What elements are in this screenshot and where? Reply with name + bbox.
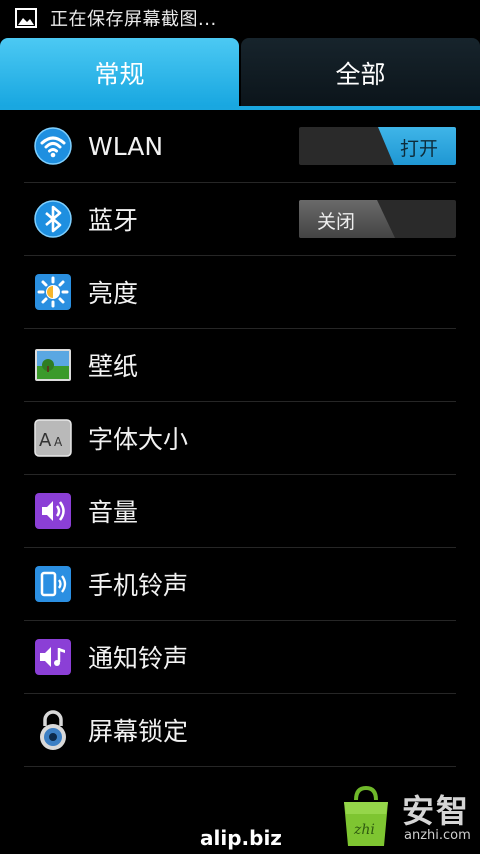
- screenshot-image-icon: [15, 8, 37, 28]
- settings-item-wlan[interactable]: WLAN 打开: [24, 110, 456, 183]
- svg-text:zhi: zhi: [353, 822, 375, 838]
- tab-all[interactable]: 全部: [241, 38, 480, 108]
- anzhi-watermark-text: 安智: [402, 792, 471, 830]
- settings-item-notification-ringtone[interactable]: 通知铃声: [24, 621, 456, 694]
- settings-item-label: 蓝牙: [88, 206, 139, 235]
- settings-item-font-size[interactable]: A A 字体大小: [24, 402, 456, 475]
- status-bar: 正在保存屏幕截图...: [0, 0, 480, 36]
- settings-item-label: 手机铃声: [88, 571, 189, 600]
- settings-list: WLAN 打开 蓝牙 关闭 亮度 壁纸 A A 字体大小 音量 手机铃声 通知铃…: [0, 110, 480, 767]
- bluetooth-icon: [34, 200, 72, 238]
- bluetooth-toggle[interactable]: 关闭: [299, 200, 456, 238]
- screen-lock-icon: [34, 710, 72, 750]
- settings-item-label: 字体大小: [88, 425, 189, 454]
- wlan-toggle[interactable]: 打开: [299, 127, 456, 165]
- settings-item-bluetooth[interactable]: 蓝牙 关闭: [24, 183, 456, 256]
- settings-item-phone-ringtone[interactable]: 手机铃声: [24, 548, 456, 621]
- notification-ringtone-icon: [34, 638, 72, 676]
- settings-item-volume[interactable]: 音量: [24, 475, 456, 548]
- tab-general[interactable]: 常规: [0, 38, 239, 108]
- settings-item-label: 音量: [88, 498, 139, 527]
- wifi-icon: [34, 127, 72, 165]
- settings-item-label: WLAN: [88, 131, 164, 161]
- svg-text:A: A: [39, 430, 52, 451]
- anzhi-bag-logo-icon: zhi: [344, 785, 388, 846]
- settings-item-wallpaper[interactable]: 壁纸: [24, 329, 456, 402]
- volume-icon: [34, 492, 72, 530]
- brightness-icon: [34, 273, 72, 311]
- tab-bar: 常规 全部: [0, 38, 480, 108]
- font-size-icon: A A: [34, 419, 72, 457]
- toggle-on-label: 打开: [399, 138, 438, 160]
- toggle-off-label: 关闭: [317, 211, 356, 233]
- anzhi-watermark-url: anzhi.com: [404, 828, 471, 843]
- settings-item-label: 屏幕锁定: [88, 717, 189, 746]
- settings-item-screen-lock[interactable]: 屏幕锁定: [24, 694, 456, 767]
- settings-item-label: 壁纸: [88, 352, 139, 381]
- phone-ringtone-icon: [34, 565, 72, 603]
- svg-text:A: A: [54, 435, 63, 449]
- settings-item-brightness[interactable]: 亮度: [24, 256, 456, 329]
- wallpaper-icon: [34, 346, 72, 384]
- settings-item-label: 通知铃声: [88, 644, 189, 673]
- alip-watermark-text: alip.biz: [200, 826, 282, 850]
- status-text: 正在保存屏幕截图...: [50, 9, 217, 30]
- settings-item-label: 亮度: [88, 279, 139, 308]
